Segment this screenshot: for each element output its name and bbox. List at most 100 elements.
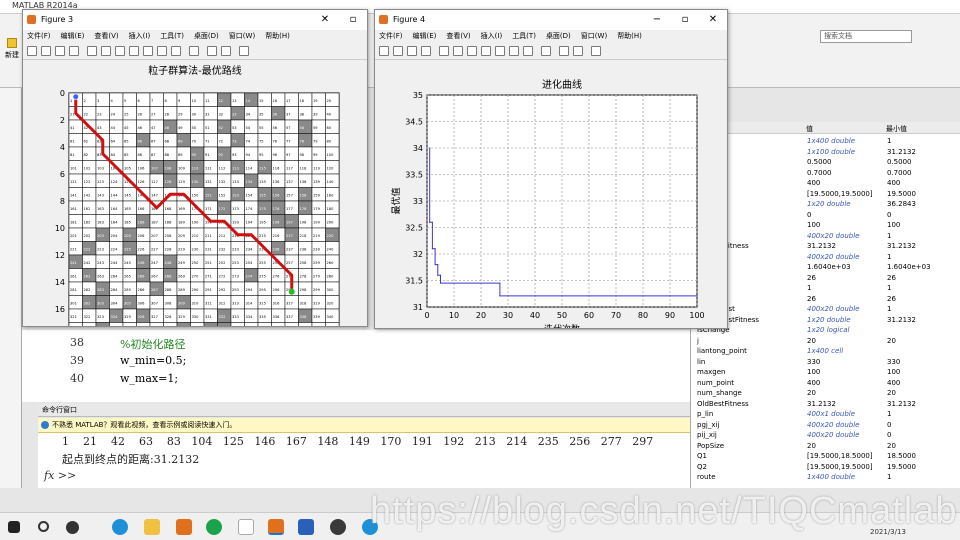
workspace-var-value[interactable]: 400x1 double (807, 409, 887, 420)
menu-file[interactable]: 文件(F) (379, 30, 403, 43)
workspace-var-min[interactable]: 19.5000 (887, 189, 957, 200)
file-explorer-icon[interactable] (144, 519, 160, 535)
workspace-var-min[interactable]: 1 (887, 283, 957, 294)
figure-3-window[interactable]: Figure 3 ✕ ▫ 文件(F) 编辑(E) 查看(V) 插入(I) 工具(T) 桌面… (22, 9, 368, 327)
workspace-var-value[interactable]: 400x20 double (807, 304, 887, 315)
menu-edit[interactable]: 编辑(E) (413, 30, 437, 43)
workspace-var-min[interactable]: 330 (887, 357, 957, 368)
colorbar-icon[interactable] (207, 46, 217, 56)
hide-tools-icon[interactable] (591, 46, 601, 56)
code-line[interactable]: %初始化路径 (120, 336, 185, 352)
workspace-var-min[interactable]: 0.7000 (887, 168, 957, 179)
open-icon[interactable] (41, 46, 51, 56)
menu-file[interactable]: 文件(F) (27, 30, 51, 43)
app-icon[interactable] (206, 519, 222, 535)
workspace-var-name[interactable]: num_point (697, 378, 789, 389)
workspace-var-min[interactable]: 0.5000 (887, 157, 957, 168)
pan-icon[interactable] (481, 46, 491, 56)
evolution-chart[interactable]: 进化曲线 0 10 20 30 40 50 60 70 80 90 100 31 31.5 32 32.5 33… (375, 62, 727, 328)
print-icon[interactable] (421, 46, 431, 56)
workspace-var-value[interactable]: 400x20 double (807, 430, 887, 441)
workspace-var-min[interactable]: 400 (887, 378, 957, 389)
matlab-icon[interactable] (176, 519, 192, 535)
link-icon[interactable] (189, 46, 199, 56)
workspace-var-name[interactable]: pij_xij (697, 430, 789, 441)
workspace-var-min[interactable]: 20 (887, 441, 957, 452)
close-icon[interactable]: ✕ (699, 10, 727, 30)
code-line[interactable]: w_min=0.5; (120, 354, 186, 367)
workspace-var-value[interactable]: 400x20 double (807, 231, 887, 242)
workspace-var-min[interactable]: 1 (887, 136, 957, 147)
word-icon[interactable] (298, 519, 314, 535)
figure-4-titlebar[interactable]: Figure 4 − ▫ ✕ (375, 10, 727, 30)
workspace-var-name[interactable]: j (697, 336, 789, 347)
workspace-var-min[interactable]: 100 (887, 220, 957, 231)
workspace-var-value[interactable]: 0.5000 (807, 157, 887, 168)
menu-help[interactable]: 帮助(H) (617, 30, 642, 43)
workspace-var-value[interactable]: 400 (807, 378, 887, 389)
workspace-var-value[interactable]: 1x400 double (807, 136, 887, 147)
menu-view[interactable]: 查看(V) (94, 30, 118, 43)
workspace-var-value[interactable]: [19.5000,18.5000] (807, 451, 887, 462)
maximize-icon[interactable]: ▫ (671, 10, 699, 30)
workspace-var-name[interactable]: lin (697, 357, 789, 368)
workspace-var-value[interactable]: 1x20 logical (807, 325, 887, 336)
workspace-var-name[interactable]: OldBestFitness (697, 399, 789, 410)
paint-icon[interactable] (238, 519, 254, 535)
maximize-icon[interactable]: ▫ (339, 10, 367, 30)
workspace-var-value[interactable]: 1x100 double (807, 147, 887, 158)
pan-icon[interactable] (129, 46, 139, 56)
edge-icon[interactable] (112, 519, 128, 535)
workspace-var-value[interactable]: 1 (807, 283, 887, 294)
new-figure-icon[interactable] (27, 46, 37, 56)
data-cursor-icon[interactable] (157, 46, 167, 56)
workspace-var-name[interactable]: PopSize (697, 441, 789, 452)
workspace-var-name[interactable]: Q1 (697, 451, 789, 462)
workspace-var-min[interactable]: 1 (887, 409, 957, 420)
workspace-var-name[interactable]: p_lin (697, 409, 789, 420)
browser-icon[interactable] (330, 519, 346, 535)
workspace-var-min[interactable]: 0 (887, 210, 957, 221)
workspace-var-value[interactable]: 20 (807, 388, 887, 399)
data-cursor-icon[interactable] (509, 46, 519, 56)
task-view-icon[interactable] (66, 521, 79, 534)
menu-window[interactable]: 窗口(W) (581, 30, 607, 43)
search-icon[interactable] (38, 521, 49, 532)
workspace-var-min[interactable]: 1 (887, 472, 957, 483)
brush-icon[interactable] (171, 46, 181, 56)
zoom-in-icon[interactable] (453, 46, 463, 56)
workspace-var-value[interactable]: 26 (807, 273, 887, 284)
open-icon[interactable] (393, 46, 403, 56)
minimize-icon[interactable]: − (643, 10, 671, 30)
rotate-icon[interactable] (143, 46, 153, 56)
menu-view[interactable]: 查看(V) (446, 30, 470, 43)
zoom-out-icon[interactable] (467, 46, 477, 56)
workspace-var-min[interactable]: 1 (887, 252, 957, 263)
workspace-var-value[interactable]: 100 (807, 367, 887, 378)
workspace-var-value[interactable]: 31.2132 (807, 399, 887, 410)
workspace-var-min[interactable]: 20 (887, 388, 957, 399)
hide-tools-icon[interactable] (239, 46, 249, 56)
workspace-var-min[interactable]: 31.2132 (887, 315, 957, 326)
workspace-var-value[interactable]: 20 (807, 441, 887, 452)
menu-desktop[interactable]: 桌面(D) (546, 30, 571, 43)
save-icon[interactable] (407, 46, 417, 56)
workspace-var-value[interactable]: 330 (807, 357, 887, 368)
workspace-var-min[interactable]: 31.2132 (887, 241, 957, 252)
menu-tools[interactable]: 工具(T) (160, 30, 184, 43)
workspace-var-min[interactable]: 1 (887, 304, 957, 315)
close-icon[interactable]: ✕ (311, 10, 339, 30)
workspace-var-value[interactable]: 0 (807, 210, 887, 221)
current-folder-pane[interactable] (0, 88, 22, 488)
workspace-var-min[interactable]: 1.6040e+03 (887, 262, 957, 273)
zoom-in-icon[interactable] (101, 46, 111, 56)
workspace-var-min[interactable] (887, 325, 957, 336)
workspace-var-value[interactable]: 400x20 double (807, 420, 887, 431)
command-window[interactable]: 1 21 42 63 83 104 125 146 167 148 149 17… (38, 433, 690, 488)
code-editor[interactable]: 38 %初始化路径 39 w_min=0.5; 40 w_max=1; (22, 330, 690, 402)
legend-icon[interactable] (221, 46, 231, 56)
colorbar-icon[interactable] (559, 46, 569, 56)
workspace-var-min[interactable]: 26 (887, 273, 957, 284)
command-prompt[interactable]: fx >> (44, 469, 76, 482)
workspace-var-min[interactable]: 26 (887, 294, 957, 305)
